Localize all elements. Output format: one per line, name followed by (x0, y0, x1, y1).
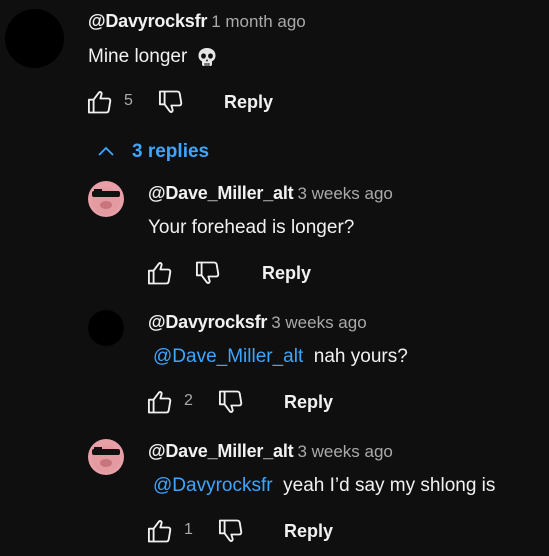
like-count: 5 (124, 92, 133, 109)
like-count: 2 (184, 392, 193, 409)
mention-link[interactable]: @Davyrocksfr (153, 475, 273, 496)
reply-timestamp[interactable]: 3 weeks ago (271, 313, 366, 332)
chevron-up-icon (94, 140, 118, 164)
mention-link[interactable]: @Dave_Miller_alt (153, 346, 303, 367)
reply-author[interactable]: @Davyrocksfr (148, 312, 267, 332)
avatar[interactable] (5, 9, 64, 68)
comment-text: Mine longer (88, 46, 218, 68)
dislike-icon[interactable] (194, 259, 222, 287)
avatar[interactable] (88, 439, 124, 475)
dislike-icon[interactable] (217, 388, 245, 416)
comment-timestamp[interactable]: 1 month ago (211, 12, 306, 31)
reply-header: @Dave_Miller_alt 3 weeks ago (148, 183, 393, 204)
replies-toggle-label[interactable]: 3 replies (132, 141, 209, 163)
like-icon[interactable] (146, 517, 174, 545)
reply-body: nah yours? (313, 346, 408, 367)
reply-author[interactable]: @Dave_Miller_alt (148, 183, 294, 203)
reply-timestamp[interactable]: 3 weeks ago (297, 184, 392, 203)
reply-text: @Davyrocksfr yeah I’d say my shlong is (153, 475, 495, 497)
reply-text: Your forehead is longer? (148, 217, 355, 238)
reply-button[interactable]: Reply (284, 521, 333, 542)
comment-header: @Davyrocksfr 1 month ago (88, 11, 306, 32)
reply-button[interactable]: Reply (262, 263, 311, 284)
reply-body: yeah I’d say my shlong is (283, 475, 496, 496)
reply-author[interactable]: @Dave_Miller_alt (148, 441, 294, 461)
reply-header: @Davyrocksfr 3 weeks ago (148, 312, 367, 333)
skull-icon (196, 46, 218, 68)
reply-header: @Dave_Miller_alt 3 weeks ago (148, 441, 393, 462)
avatar[interactable] (88, 310, 124, 346)
dislike-icon[interactable] (217, 517, 245, 545)
comment-body: Mine longer (88, 46, 188, 67)
reply-timestamp[interactable]: 3 weeks ago (297, 442, 392, 461)
comment-author[interactable]: @Davyrocksfr (88, 11, 207, 31)
like-icon[interactable] (146, 388, 174, 416)
avatar[interactable] (88, 181, 124, 217)
dislike-icon[interactable] (157, 88, 185, 116)
reply-button[interactable]: Reply (284, 392, 333, 413)
like-icon[interactable] (86, 88, 114, 116)
reply-button[interactable]: Reply (224, 92, 273, 113)
replies-toggle[interactable]: 3 replies (94, 140, 209, 164)
like-count: 1 (184, 521, 193, 538)
reply-text: @Dave_Miller_alt nah yours? (153, 346, 408, 368)
like-icon[interactable] (146, 259, 174, 287)
